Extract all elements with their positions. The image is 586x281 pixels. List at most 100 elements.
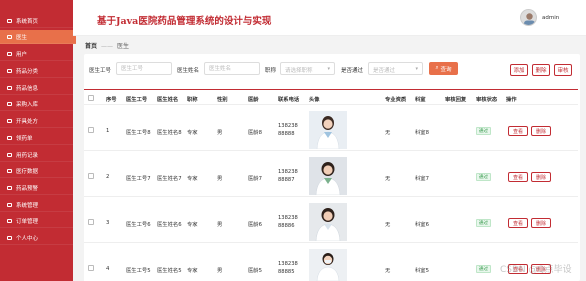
doctor-id-label: 医生工号 <box>89 68 112 74</box>
review-button[interactable]: 审核 <box>554 64 572 76</box>
cell-qualification: 无 <box>385 176 391 182</box>
th-gender[interactable]: 性别 <box>217 95 228 103</box>
title-label: 职称 <box>265 68 277 74</box>
th-status[interactable]: 审核状态 <box>476 95 497 103</box>
cell-index: 3 <box>106 220 110 226</box>
sidebar-item-system[interactable]: 系统管理 <box>0 198 73 212</box>
avatar[interactable] <box>520 9 537 26</box>
doctor-photo[interactable] <box>309 203 347 241</box>
row-checkbox[interactable] <box>88 265 94 271</box>
home-icon <box>6 18 13 24</box>
prescription-icon <box>6 118 13 124</box>
cell-doctor-name: 医生姓名8 <box>157 130 182 136</box>
sidebar-item-usage-record[interactable]: 用药记录 <box>0 148 73 162</box>
review-label: 是否通过 <box>341 68 364 74</box>
sidebar-item-label: 系统首页 <box>16 18 39 25</box>
doctor-icon <box>6 34 13 40</box>
sidebar-item-drug-warning[interactable]: 药品预警 <box>0 181 73 195</box>
view-button[interactable]: 查看 <box>508 172 528 182</box>
row-checkbox[interactable] <box>88 219 94 225</box>
drug-icon <box>6 85 13 91</box>
sidebar-item-prescription[interactable]: 开具处方 <box>0 114 73 128</box>
cell-phone: 13823888885 <box>278 261 298 275</box>
cell-doctor-id: 医生工号6 <box>126 222 151 228</box>
doctor-name-input[interactable] <box>204 62 260 75</box>
cell-gender: 男 <box>217 268 223 274</box>
title-select[interactable]: 请选择职称 ▾ <box>280 62 335 75</box>
th-index: 序号 <box>106 97 117 103</box>
sidebar-item-label: 用户 <box>16 51 28 58</box>
sidebar-item-label: 用药记录 <box>16 152 39 159</box>
select-all-checkbox[interactable] <box>88 95 94 101</box>
row-delete-button[interactable]: 删除 <box>531 126 551 136</box>
cell-index: 4 <box>106 266 110 272</box>
view-button[interactable]: 查看 <box>508 126 528 136</box>
review-select[interactable]: 是否通过 ▾ <box>368 62 423 75</box>
sidebar-item-orders[interactable]: 订单管理 <box>0 214 73 228</box>
delete-button[interactable]: 删除 <box>532 64 550 76</box>
sidebar-item-home[interactable]: 系统首页 <box>0 14 73 28</box>
cell-title: 专家 <box>187 268 198 274</box>
category-icon <box>6 68 13 74</box>
cell-doctor-id: 医生工号7 <box>126 176 151 182</box>
sidebar-item-doctor[interactable]: 医生 <box>0 30 76 44</box>
breadcrumb-home[interactable]: 首页 <box>85 43 97 50</box>
cell-department: 科室5 <box>415 268 429 274</box>
th-reply[interactable]: 审核回复 <box>445 95 466 103</box>
sidebar-item-label: 系统管理 <box>16 202 39 209</box>
cell-doctor-name: 医生姓名6 <box>157 222 182 228</box>
cell-department: 科室7 <box>415 176 429 182</box>
purchase-icon <box>6 101 13 107</box>
app-title: 基于Java医院药品管理系统的设计与实现 <box>97 16 272 27</box>
row-delete-button[interactable]: 删除 <box>531 172 551 182</box>
sidebar-item-medical-data[interactable]: 医疗数据 <box>0 164 73 178</box>
cell-qualification: 无 <box>385 268 391 274</box>
th-actions: 操作 <box>506 97 517 103</box>
username[interactable]: admin <box>542 15 559 21</box>
watermark: CSDN @Q点毕设 <box>500 265 572 275</box>
add-button-label: 添加 <box>513 68 525 74</box>
top-header: 基于Java医院药品管理系统的设计与实现 admin <box>73 0 586 36</box>
th-phone[interactable]: 联系电话 <box>278 95 299 103</box>
cell-doctor-id: 医生工号8 <box>126 130 151 136</box>
th-doctor-name[interactable]: 医生姓名 <box>157 95 178 103</box>
sidebar-item-drug-info[interactable]: 药品信息 <box>0 81 73 95</box>
breadcrumb-current: 医生 <box>117 43 130 50</box>
row-checkbox[interactable] <box>88 127 94 133</box>
status-badge: 通过 <box>476 265 491 273</box>
cell-gender: 男 <box>217 130 223 136</box>
row-checkbox[interactable] <box>88 173 94 179</box>
table-row: 1 医生工号8 医生姓名8 专家 男 医龄8 13823888888 无 科室8… <box>84 110 578 151</box>
add-button[interactable]: 添加 <box>510 64 528 76</box>
doctor-id-input[interactable] <box>116 62 172 75</box>
doctor-photo[interactable] <box>309 111 347 149</box>
cell-phone: 13823888886 <box>278 215 298 229</box>
doctor-photo[interactable] <box>309 249 347 281</box>
row-delete-button[interactable]: 删除 <box>531 218 551 228</box>
sidebar-item-label: 订单管理 <box>16 218 39 225</box>
sidebar-item-user[interactable]: 用户 <box>0 47 73 61</box>
status-badge: 通过 <box>476 127 491 135</box>
search-icon: ⌕ <box>435 65 439 71</box>
doctor-photo[interactable] <box>309 157 347 195</box>
th-title[interactable]: 职称 <box>187 95 198 103</box>
sidebar-item-pickup[interactable]: 领药单 <box>0 131 73 145</box>
view-button[interactable]: 查看 <box>508 218 528 228</box>
sidebar-item-label: 药品信息 <box>16 85 39 92</box>
th-doctor-id[interactable]: 医生工号 <box>126 95 147 103</box>
sidebar-item-label: 开具处方 <box>16 118 39 125</box>
cell-title: 专家 <box>187 222 198 228</box>
sidebar-item-profile[interactable]: 个人中心 <box>0 231 73 245</box>
cell-qualification: 无 <box>385 130 391 136</box>
sidebar-item-label: 药品分类 <box>16 68 39 75</box>
search-button[interactable]: ⌕ 查询 <box>429 62 458 75</box>
warning-icon <box>6 185 13 191</box>
gear-icon <box>6 202 13 208</box>
cell-doctor-name: 医生姓名7 <box>157 176 182 182</box>
chevron-down-icon: ▾ <box>415 66 418 72</box>
th-age[interactable]: 医龄 <box>248 95 259 103</box>
sidebar-item-drug-category[interactable]: 药品分类 <box>0 64 73 78</box>
th-department[interactable]: 科室 <box>415 95 426 103</box>
sidebar-item-purchase[interactable]: 采购入库 <box>0 97 73 111</box>
cell-age: 医龄8 <box>248 130 262 136</box>
